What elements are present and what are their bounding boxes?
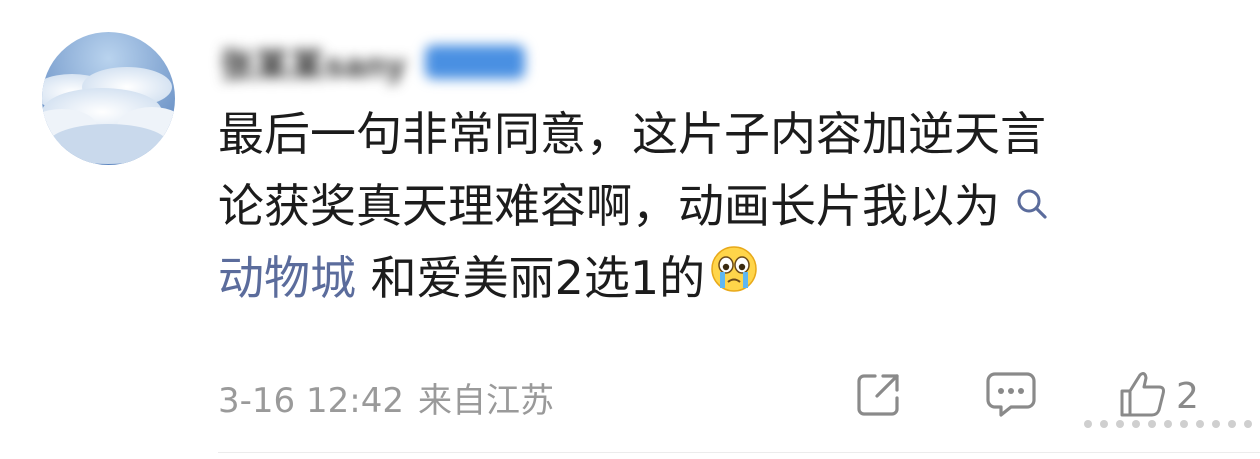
username-text[interactable]: 张某某sany — [220, 38, 407, 87]
comment-line-1: 最后一句非常同意，这片子内容加逆天言 — [218, 107, 1046, 161]
comment-icon — [985, 370, 1037, 422]
share-icon — [855, 370, 903, 422]
username[interactable]: 张某某sany — [220, 38, 525, 87]
divider — [218, 452, 1260, 453]
comment-card: 张某某sany 最后一句非常同意，这片子内容加逆天言 论获奖真天理难容啊，动画长… — [0, 0, 1260, 459]
comment-line-2-text: 论获奖真天理难容啊，动画长片我以为 — [218, 179, 1000, 233]
comment-line-2: 论获奖真天理难容啊，动画长片我以为 — [218, 170, 1198, 242]
topic-link[interactable]: 动物城 — [218, 251, 356, 305]
crying-face-icon — [709, 242, 759, 314]
comment-text: 最后一句非常同意，这片子内容加逆天言 论获奖真天理难容啊，动画长片我以为 动物城… — [218, 98, 1198, 314]
location: 来自江苏 — [417, 381, 554, 421]
share-button[interactable] — [855, 370, 903, 422]
user-badge — [424, 45, 525, 79]
reply-button[interactable] — [985, 370, 1037, 422]
search-icon[interactable] — [1014, 170, 1050, 242]
comment-line-3-text: 和爱美丽2选1的 — [356, 251, 706, 305]
watermark — [1080, 400, 1256, 448]
comment-meta: 3-16 12:42 来自江苏 — [218, 373, 554, 422]
timestamp: 3-16 12:42 — [218, 381, 404, 421]
avatar[interactable] — [42, 32, 175, 165]
comment-line-3: 动物城 和爱美丽2选1的 — [218, 242, 1198, 314]
